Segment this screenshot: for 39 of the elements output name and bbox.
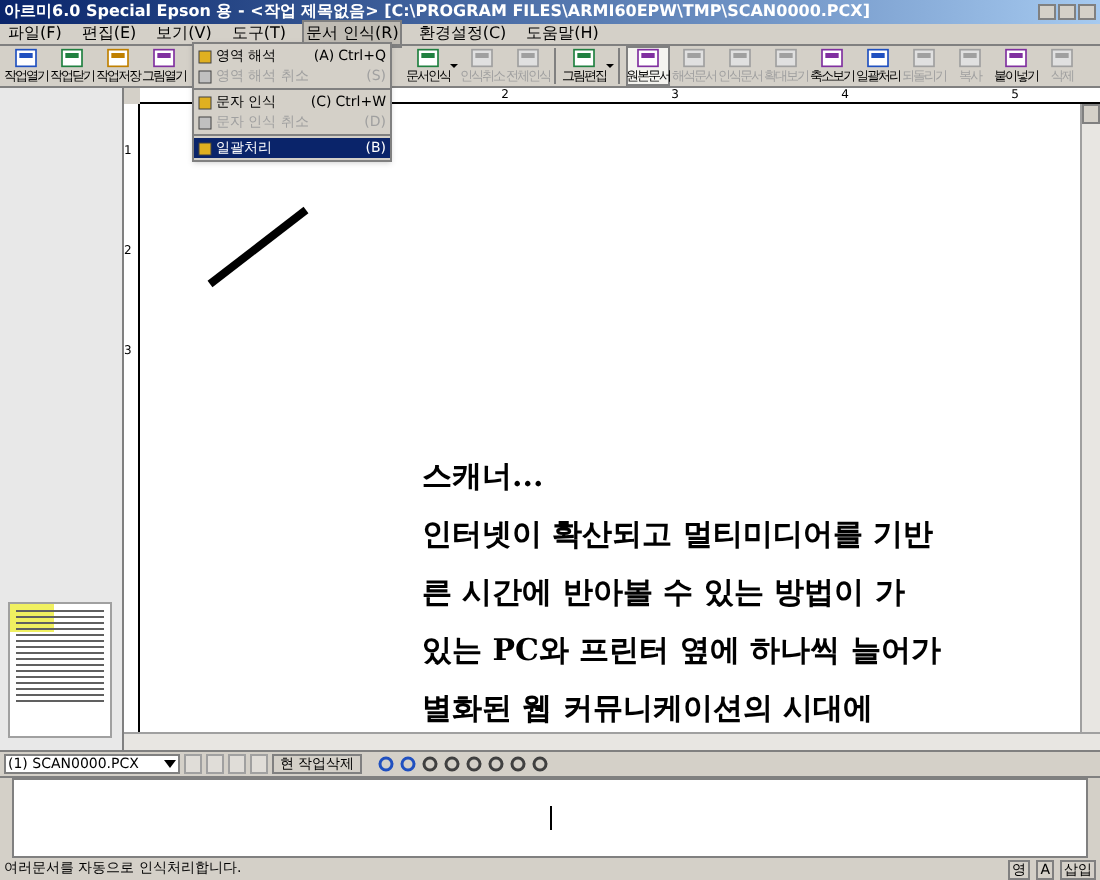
toolbar-icon	[414, 48, 442, 68]
document-text-line: 른 시간에 반아볼 수 있는 방법이 가	[422, 572, 907, 612]
window-title: 아르미6.0 Special Epson 용 - <작업 제목없음> [C:\PROGRAM FILES\ARMI60EPW\TMP\SCAN0000.PCX]	[4, 0, 870, 24]
toolbar-icon	[634, 48, 662, 68]
document-text-line: 있는 PC와 프린터 옆에 하나씩 늘어가	[422, 630, 941, 670]
close-button[interactable]	[1078, 4, 1096, 20]
toolbar-icon	[570, 48, 598, 68]
menu-item[interactable]: 도구(T)	[227, 22, 290, 46]
pen-stroke-drawing	[206, 204, 310, 288]
document-text-line: 인터넷이 확산되고 멀티미디어를 기반	[422, 514, 936, 554]
document-text-line: 스캐너...	[422, 456, 546, 496]
document-text-line: 별화된 웹 커뮤니케이션의 시대에	[422, 688, 876, 728]
menu-item[interactable]: 도움말(H)	[522, 22, 603, 46]
page-thumbnail[interactable]	[8, 602, 112, 738]
toolbar-icon	[864, 48, 892, 68]
menu-item[interactable]: 환경설정(C)	[414, 22, 511, 46]
menu-item[interactable]: 편집(E)	[77, 22, 141, 46]
menu-item[interactable]: 보기(V)	[152, 22, 216, 46]
toolbar-icon	[680, 48, 708, 68]
toolbar-icon	[818, 48, 846, 68]
toolbar-icon	[772, 48, 800, 68]
maximize-button[interactable]	[1058, 4, 1076, 20]
toolbar-icon	[514, 48, 542, 68]
toolbar-icon	[150, 48, 178, 68]
dropdown-arrow-icon[interactable]	[450, 62, 458, 70]
text-cursor	[549, 806, 551, 830]
dropdown-arrow-icon	[164, 758, 176, 770]
toolbar-icon	[956, 48, 984, 68]
menu-item[interactable]: 파일(F)	[4, 22, 66, 46]
toolbar-icon	[1048, 48, 1076, 68]
dropdown-arrow-icon[interactable]	[606, 62, 614, 70]
toolbar-icon	[1002, 48, 1030, 68]
toolbar-icon	[58, 48, 86, 68]
minimize-button[interactable]	[1038, 4, 1056, 20]
toolbar-icon	[910, 48, 938, 68]
toolbar-icon	[726, 48, 754, 68]
toolbar-icon	[468, 48, 496, 68]
toolbar-icon	[12, 48, 40, 68]
toolbar-icon	[104, 48, 132, 68]
